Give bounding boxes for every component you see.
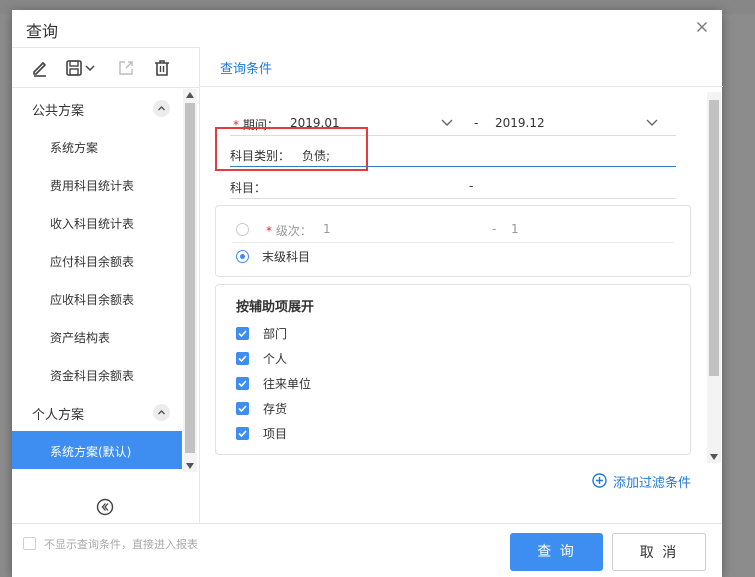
dialog-footer: 不显示查询条件，直接进入报表 查 询 取 消 [12,523,722,577]
scheme-item[interactable]: 收入科目统计表 [12,203,182,241]
scheme-tree: 公共方案 系统方案 费用科目统计表 收入科目统计表 应付科目余额表 应收科目余额… [12,89,182,472]
scroll-up-icon[interactable] [186,92,194,98]
aux-expand-box: 按辅助项展开 部门 个人 往来单位 存货 项目 [215,284,691,455]
scheme-item[interactable]: 系统方案 [12,127,182,165]
scheme-item-label: 费用科目统计表 [50,179,135,193]
export-icon[interactable] [116,58,136,78]
cancel-button[interactable]: 取 消 [612,533,706,571]
personal-scheme-group[interactable]: 个人方案 [12,393,182,431]
edit-icon[interactable] [30,58,50,78]
subject-underline [230,198,676,199]
level-label: * 级次： [266,224,312,238]
chevron-up-icon [158,106,165,111]
form-scrollbar[interactable] [707,92,721,463]
scheme-scroll-thumb[interactable] [185,103,195,453]
chevron-up-icon [158,410,165,415]
aux-item-label: 部门 [263,327,288,341]
query-button[interactable]: 查 询 [510,533,603,571]
scheme-item-label: 应付科目余额表 [50,255,135,269]
scheme-toolbar [12,48,199,88]
period-to-value[interactable]: 2019.12 [495,116,545,130]
aux-checkbox[interactable] [236,352,249,365]
scheme-item-label: 资产结构表 [50,331,111,345]
skip-query-label: 不显示查询条件，直接进入报表 [44,538,198,551]
personal-scheme-label: 个人方案 [32,408,85,423]
public-scheme-toggle[interactable] [153,100,170,117]
chevron-down-icon[interactable] [441,119,453,127]
personal-scheme-toggle[interactable] [153,404,170,421]
tab-query-conditions[interactable]: 查询条件 [220,58,272,77]
scheme-item-label: 系统方案(默认) [50,445,132,459]
close-icon[interactable] [694,19,710,35]
aux-item-label: 存货 [263,402,288,416]
public-scheme-label: 公共方案 [32,104,85,119]
aux-item-label: 个人 [263,352,288,366]
add-circle-icon [592,473,607,488]
aux-checkbox[interactable] [236,427,249,440]
skip-query-checkbox[interactable] [23,537,36,550]
subject-separator: - [469,179,474,193]
scheme-item[interactable]: 应收科目余额表 [12,279,182,317]
query-panel: 查询条件 * 期间： 2019.01 - 2019.12 科目类别： 负债; 科… [199,47,723,523]
scheme-item[interactable]: 资金科目余额表 [12,355,182,393]
check-icon [238,405,247,413]
scroll-down-icon[interactable] [186,463,194,469]
leaf-subject-radio[interactable] [236,250,249,263]
public-scheme-group[interactable]: 公共方案 [12,89,182,127]
subject-label: 科目： [230,181,267,195]
check-icon [238,330,247,338]
scheme-item-label: 收入科目统计表 [50,217,135,231]
level-box: * 级次： 1 - 1 末级科目 [215,205,691,277]
scheme-panel: 公共方案 系统方案 费用科目统计表 收入科目统计表 应付科目余额表 应收科目余额… [12,47,199,523]
period-separator: - [474,116,479,130]
aux-item-label: 项目 [263,427,288,441]
collapse-left-icon[interactable] [96,498,114,516]
check-icon [238,355,247,363]
level-divider [232,242,674,243]
check-icon [238,380,247,388]
form-scroll-thumb[interactable] [709,100,719,376]
aux-checkbox[interactable] [236,402,249,415]
scroll-down-icon[interactable] [710,454,718,460]
leaf-subject-label: 末级科目 [262,250,311,264]
aux-checkbox[interactable] [236,327,249,340]
scheme-item-label: 资金科目余额表 [50,369,135,383]
add-filter-label: 添加过滤条件 [613,476,692,491]
query-dialog: 查询 公共方案 系统方案 费用科目统计表 收入科目统计表 应付科目余额表 应收科… [12,10,723,577]
scheme-item[interactable]: 应付科目余额表 [12,241,182,279]
trash-icon[interactable] [152,58,172,78]
scheme-item[interactable]: 费用科目统计表 [12,165,182,203]
level-to-value[interactable]: 1 [511,222,519,236]
scheme-item[interactable]: 资产结构表 [12,317,182,355]
tab-divider [200,86,723,87]
scheme-item-label: 系统方案 [50,141,99,155]
chevron-down-icon[interactable] [646,119,658,127]
annotation-highlight-box [215,127,368,171]
aux-checkbox[interactable] [236,377,249,390]
level-separator: - [492,222,497,236]
scheme-item-label: 应收科目余额表 [50,293,135,307]
save-icon[interactable] [64,58,84,78]
scheme-item-selected[interactable]: 系统方案(默认) [12,431,182,469]
aux-expand-title: 按辅助项展开 [236,300,315,315]
chevron-down-icon[interactable] [84,58,96,78]
level-from-value[interactable]: 1 [323,222,331,236]
level-range-radio[interactable] [236,223,249,236]
check-icon [238,430,247,438]
scheme-scrollbar[interactable] [183,89,197,472]
aux-item-label: 往来单位 [263,377,312,391]
dialog-title-bar: 查询 [12,10,722,46]
dialog-title: 查询 [26,22,59,41]
